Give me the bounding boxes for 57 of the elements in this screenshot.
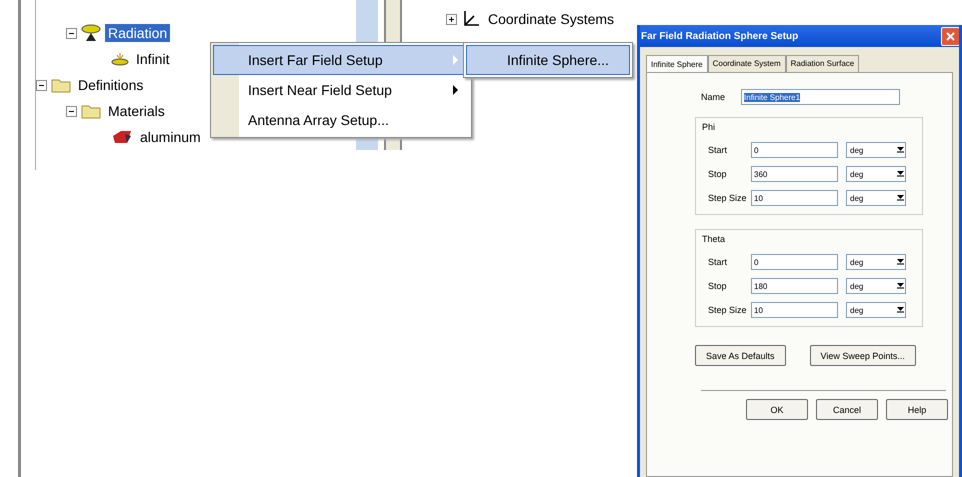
field-label: Step Size <box>708 305 748 315</box>
unit-dropdown[interactable]: deg <box>846 254 906 270</box>
folder-icon <box>51 77 71 93</box>
menu-item[interactable]: Insert Near Field Setup <box>213 75 469 105</box>
field-label: Stop <box>708 281 728 291</box>
dish-icon <box>81 23 101 43</box>
dropdown-arrow-icon <box>896 307 905 313</box>
menu-item[interactable]: Infinite Sphere... <box>466 45 630 75</box>
tab[interactable]: Coordinate System <box>708 55 786 72</box>
dropdown-arrow-icon <box>896 171 905 177</box>
expander-icon[interactable] <box>66 106 77 116</box>
input-field[interactable]: 0 <box>751 142 838 158</box>
dialog-button[interactable]: Cancel <box>816 399 878 420</box>
expander-icon[interactable] <box>446 14 457 24</box>
input-field[interactable]: 180 <box>751 278 838 294</box>
dialog-button[interactable]: Save As Defaults <box>695 345 786 366</box>
close-icon[interactable] <box>941 26 959 46</box>
folder-icon <box>81 103 101 119</box>
field-label: Step Size <box>708 193 748 203</box>
tab[interactable]: Infinite Sphere <box>646 55 708 72</box>
unit-dropdown[interactable]: deg <box>846 142 906 158</box>
menu-item[interactable]: Antenna Array Setup... <box>213 105 469 135</box>
dropdown-arrow-icon <box>896 195 905 201</box>
material-icon <box>111 130 133 144</box>
unit-dropdown[interactable]: deg <box>846 302 906 318</box>
dialog-button[interactable]: Help <box>886 399 948 420</box>
unit-dropdown[interactable]: deg <box>846 166 906 182</box>
tree-item[interactable]: aluminum <box>137 128 204 146</box>
tree-item[interactable]: Coordinate Systems <box>485 10 618 28</box>
group-title: Theta <box>702 234 726 244</box>
field-label: Start <box>708 145 728 155</box>
input-field[interactable]: 0 <box>751 254 838 270</box>
dialog-button[interactable]: View Sweep Points... <box>810 345 916 366</box>
dish-icon <box>111 51 129 67</box>
field-label: Start <box>708 257 728 267</box>
unit-dropdown[interactable]: deg <box>846 278 906 294</box>
expander-icon[interactable] <box>36 80 47 90</box>
tree-item[interactable]: Definitions <box>75 76 146 94</box>
name-field[interactable]: Infinite Sphere1 <box>741 89 900 105</box>
dropdown-arrow-icon <box>896 147 905 153</box>
field-label: Name <box>701 92 726 102</box>
window-title: Far Field Radiation Sphere Setup <box>641 30 798 42</box>
dialog-button[interactable]: OK <box>746 399 808 420</box>
input-field[interactable]: 360 <box>751 166 838 182</box>
tab[interactable]: Radiation Surface <box>786 55 860 72</box>
unit-dropdown[interactable]: deg <box>846 190 906 206</box>
tree-item[interactable]: Infinit <box>133 50 172 68</box>
tree-item[interactable]: Materials <box>105 102 168 120</box>
input-field[interactable]: 10 <box>751 302 838 318</box>
field-label: Stop <box>708 169 728 179</box>
axes-icon <box>461 9 481 29</box>
group-title: Phi <box>702 122 716 132</box>
input-field[interactable]: 10 <box>751 190 838 206</box>
tree-item[interactable]: Radiation <box>105 24 170 42</box>
expander-icon[interactable] <box>66 28 77 38</box>
dropdown-arrow-icon <box>896 259 905 265</box>
dropdown-arrow-icon <box>896 283 905 289</box>
